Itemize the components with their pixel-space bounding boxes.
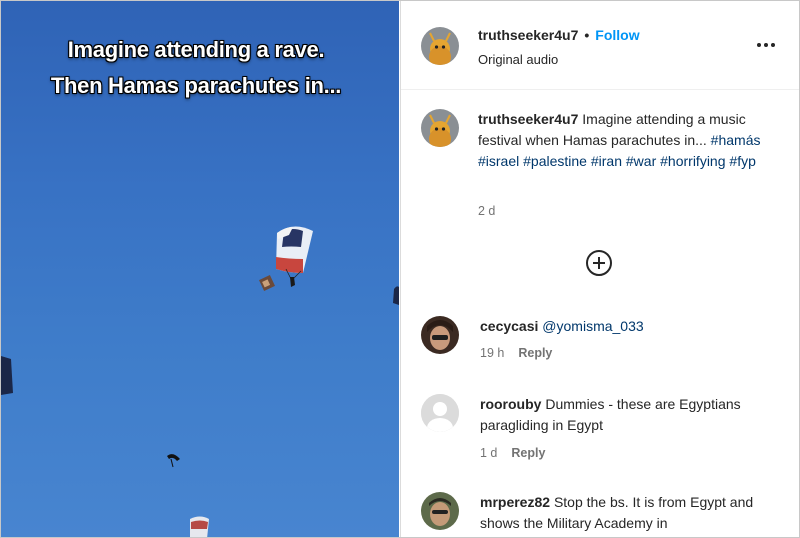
comment-username[interactable]: roorouby	[480, 396, 541, 412]
comment-text: mrperez82 Stop the bs. It is from Egypt …	[480, 492, 780, 534]
comment-avatar-image	[421, 492, 459, 530]
parachute-right-edge	[393, 286, 399, 305]
post-caption: truthseeker4u7 Imagine attending a music…	[478, 109, 778, 172]
comment-meta: 1 d Reply	[480, 446, 545, 460]
post-header: truthseeker4u7 • Follow Original audio	[401, 1, 799, 90]
default-avatar-icon	[421, 394, 459, 432]
hashtag[interactable]: #israel	[478, 153, 519, 169]
load-more-comments-button[interactable]	[585, 249, 613, 282]
author-avatar-image	[421, 27, 459, 65]
more-options-button[interactable]	[756, 35, 776, 53]
header-separator: •	[584, 27, 590, 43]
post-author-avatar-image	[421, 109, 459, 147]
reply-button[interactable]: Reply	[511, 446, 545, 460]
comment-avatar[interactable]	[421, 492, 459, 530]
comment-timestamp[interactable]: 19 h	[480, 346, 504, 360]
hashtag[interactable]: #horrifying	[660, 153, 725, 169]
author-avatar[interactable]	[421, 27, 459, 65]
comment-username[interactable]: cecycasi	[480, 318, 538, 334]
comment-avatar-image	[421, 316, 459, 354]
follow-button[interactable]: Follow	[595, 27, 639, 43]
post-side-panel: truthseeker4u7 • Follow Original audio t…	[400, 1, 799, 537]
hashtag[interactable]: #iran	[591, 153, 622, 169]
comment-text: cecycasi @yomisma_033	[480, 316, 780, 337]
comment-avatar[interactable]	[421, 316, 459, 354]
post-author-avatar[interactable]	[421, 109, 459, 147]
header-username[interactable]: truthseeker4u7	[478, 27, 578, 43]
video-player[interactable]: Imagine attending a rave. Then Hamas par…	[1, 1, 399, 537]
reply-button[interactable]: Reply	[518, 346, 552, 360]
post-timestamp[interactable]: 2 d	[478, 204, 495, 218]
more-horizontal-icon	[757, 43, 775, 47]
parachute-main	[259, 226, 313, 291]
video-caption-line-1: Imagine attending a rave.	[67, 37, 325, 62]
video-caption-line-2: Then Hamas parachutes in...	[50, 73, 342, 98]
comment-text: roorouby Dummies - these are Egyptians p…	[480, 394, 780, 436]
comment-meta: 19 h Reply	[480, 346, 552, 360]
parachute-distant	[167, 454, 180, 461]
add-circle-icon	[586, 250, 612, 276]
hashtag[interactable]: #hamás	[711, 132, 761, 148]
hashtag[interactable]: #palestine	[523, 153, 587, 169]
parachute-left-edge	[1, 356, 13, 395]
header-user-line: truthseeker4u7 • Follow	[478, 27, 640, 43]
hashtag[interactable]: #fyp	[729, 153, 755, 169]
comment-mention[interactable]: @yomisma_033	[542, 318, 643, 334]
comment-timestamp[interactable]: 1 d	[480, 446, 497, 460]
comment-username[interactable]: mrperez82	[480, 494, 550, 510]
post-modal: Imagine attending a rave. Then Hamas par…	[0, 0, 800, 538]
hashtag[interactable]: #war	[626, 153, 656, 169]
original-audio-link[interactable]: Original audio	[478, 52, 558, 67]
parachute-bottom	[190, 516, 209, 537]
post-username[interactable]: truthseeker4u7	[478, 111, 578, 127]
comment-avatar[interactable]	[421, 394, 459, 432]
